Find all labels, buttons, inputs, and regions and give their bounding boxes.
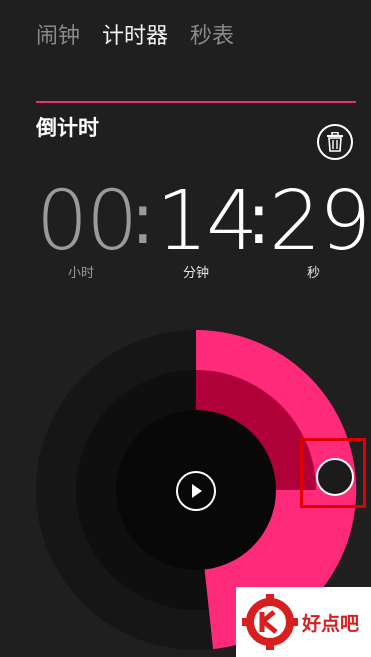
timer-dial[interactable]: [0, 0, 371, 657]
start-button[interactable]: [176, 471, 216, 511]
play-icon: [192, 484, 202, 498]
gear-logo-icon: [242, 594, 298, 650]
watermark-text: 好点吧: [302, 612, 360, 635]
watermark: 好点吧: [236, 587, 371, 657]
dial-drag-handle[interactable]: [316, 458, 354, 496]
